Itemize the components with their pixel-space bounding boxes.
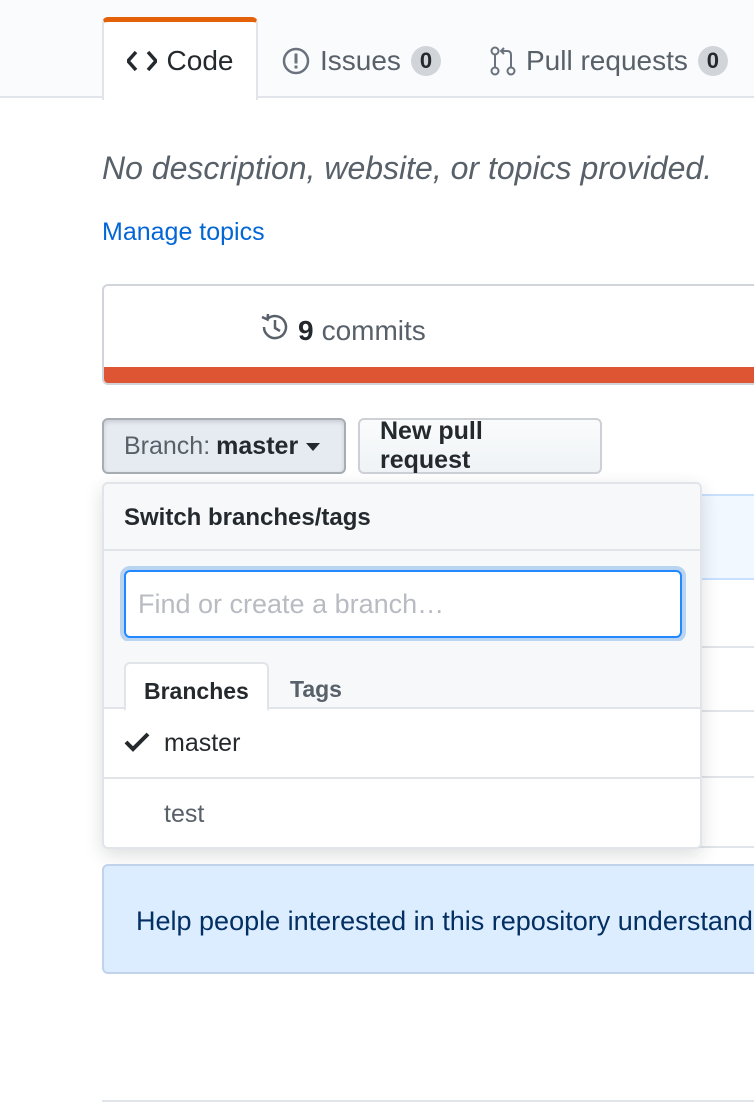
issue-opened-icon [282,47,310,75]
check-icon [124,731,150,760]
readme-help-text: Help people interested in this repositor… [136,906,754,936]
branch-select-button[interactable]: Branch: master [102,418,346,474]
history-icon [260,312,290,349]
tab-issues[interactable]: Issues 0 [282,22,441,100]
commits-label: commits [321,314,426,346]
branch-select-label: Branch: [124,431,211,460]
commits-link[interactable]: 9 commits [260,312,426,349]
tab-code[interactable]: Code [102,17,258,100]
new-pull-request-button[interactable]: New pull request [358,417,602,474]
branch-select-value: master [216,431,299,460]
code-icon [126,50,157,72]
tab-code-label: Code [166,45,234,76]
branch-filter-input[interactable] [124,570,682,638]
tab-branches[interactable]: Branches [124,662,269,711]
repo-description: No description, website, or topics provi… [102,150,713,186]
commits-count: 9 [298,314,314,346]
manage-topics-link[interactable]: Manage topics [102,218,265,247]
branch-item-test[interactable]: test [104,779,700,847]
branch-dropdown-title: Switch branches/tags [104,484,700,551]
tab-tags[interactable]: Tags [272,662,360,710]
tab-pull-requests-label: Pull requests [526,45,688,76]
repo-nav-bar: Code Issues 0 Pull requests 0 [0,0,754,100]
caret-down-icon [306,443,321,451]
branch-item-label: test [164,799,205,828]
git-pull-request-icon [490,46,516,76]
section-divider [102,1100,754,1102]
tab-issues-label: Issues [320,45,401,76]
branch-item-master[interactable]: master [104,709,700,779]
tab-pull-requests[interactable]: Pull requests 0 [490,22,728,100]
language-bar[interactable] [104,367,754,383]
branch-item-label: master [164,728,241,757]
repo-summary: 9 commits [102,284,754,385]
issues-count-badge: 0 [410,46,441,76]
branch-dropdown-tabs: Branches Tags [104,641,700,711]
readme-help-banner: Help people interested in this repositor… [102,864,754,974]
pull-requests-count-badge: 0 [697,46,728,76]
branch-filter-wrapper [104,551,700,641]
branch-dropdown: Switch branches/tags Branches Tags maste… [102,482,702,849]
